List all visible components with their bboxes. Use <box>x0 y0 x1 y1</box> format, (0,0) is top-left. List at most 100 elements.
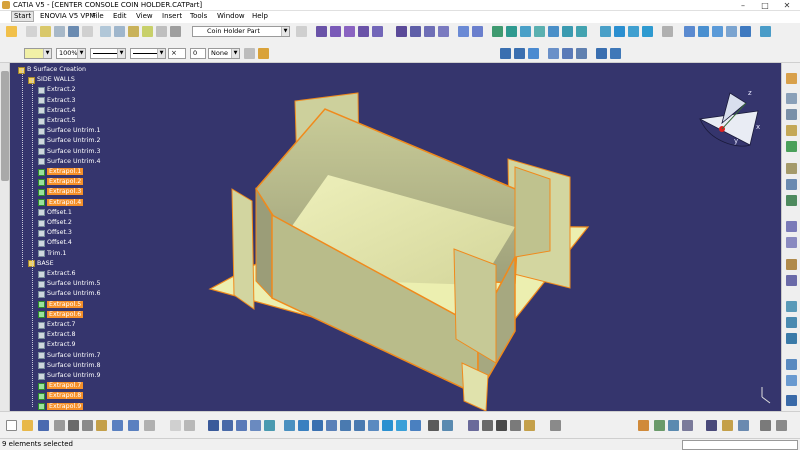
quick-select-icon[interactable] <box>250 420 261 431</box>
reference-icon[interactable] <box>786 109 797 120</box>
ruler-icon[interactable] <box>706 420 717 431</box>
menu-window[interactable]: Window <box>217 12 245 20</box>
tree-collapse-icon[interactable] <box>222 420 233 431</box>
tree-item[interactable]: Offset.2 <box>38 218 72 228</box>
chevron-down-icon[interactable]: ▼ <box>117 49 125 58</box>
layer-filter-select[interactable]: None ▼ <box>208 48 240 59</box>
model-scene[interactable]: z x y <box>10 63 781 411</box>
join-icon[interactable] <box>458 26 469 37</box>
polyline-icon[interactable] <box>514 48 525 59</box>
formula-icon[interactable] <box>786 221 797 232</box>
tree-item[interactable]: Surface Untrim.9 <box>38 371 101 381</box>
tree-item[interactable]: Extrapol.9 <box>38 402 84 411</box>
chevron-down-icon[interactable]: ▼ <box>281 27 289 36</box>
translate-icon[interactable] <box>562 26 573 37</box>
measure-inertia-icon[interactable] <box>682 420 693 431</box>
arc-icon[interactable] <box>528 48 539 59</box>
line-tool-icon[interactable] <box>500 48 511 59</box>
flip-icon[interactable] <box>264 420 275 431</box>
curvature-icon[interactable] <box>712 26 723 37</box>
table-icon[interactable] <box>786 237 797 248</box>
line-type-select[interactable]: ▼ <box>130 48 166 59</box>
lock-icon[interactable] <box>524 420 535 431</box>
instantiate-icon[interactable] <box>786 317 797 328</box>
tree-item[interactable]: Extrapol.5 <box>38 300 84 310</box>
circle-tool-icon[interactable] <box>596 48 607 59</box>
depth-effect-icon[interactable] <box>482 420 493 431</box>
command-input[interactable] <box>682 440 798 450</box>
tree-item[interactable]: Extrapol.6 <box>38 310 84 320</box>
properties-icon[interactable] <box>786 163 797 174</box>
tree-item[interactable]: Extract.8 <box>38 330 76 340</box>
redo-icon[interactable] <box>128 420 139 431</box>
menu-start[interactable]: Start <box>11 11 35 22</box>
trim-icon[interactable] <box>506 26 517 37</box>
line-thickness-select[interactable]: ▼ <box>90 48 126 59</box>
select-icon[interactable] <box>6 26 17 37</box>
grid-icon[interactable] <box>610 48 621 59</box>
apply-material-icon[interactable] <box>638 420 649 431</box>
menu-edit[interactable]: Edit <box>113 12 127 20</box>
annotation-icon[interactable] <box>722 420 733 431</box>
tree-item[interactable]: Extrapol.2 <box>38 177 84 187</box>
tree-item[interactable]: Extrapol.7 <box>38 381 84 391</box>
lighting-icon[interactable] <box>468 420 479 431</box>
measure-item-icon[interactable] <box>668 420 679 431</box>
extrude-icon[interactable] <box>316 26 327 37</box>
workbench-icon[interactable] <box>786 73 797 84</box>
cylinder-icon[interactable] <box>358 26 369 37</box>
tree-item[interactable]: Surface Untrim.6 <box>38 289 101 299</box>
fx-formula-icon[interactable] <box>170 420 181 431</box>
parallel-curve-icon[interactable] <box>576 48 587 59</box>
publish-icon[interactable] <box>738 420 749 431</box>
tree-scroll-thumb[interactable] <box>1 71 9 181</box>
knowledge-icon[interactable] <box>786 195 797 206</box>
axis-icon[interactable] <box>82 26 93 37</box>
sweep-icon[interactable] <box>396 26 407 37</box>
undo-icon[interactable] <box>112 420 123 431</box>
copy-icon[interactable] <box>82 420 93 431</box>
sketcher-icon[interactable] <box>786 93 797 104</box>
point-symbol-select[interactable]: × <box>168 48 186 59</box>
porcupine-icon[interactable] <box>740 26 751 37</box>
extract-icon[interactable] <box>534 26 545 37</box>
check-icon[interactable] <box>786 275 797 286</box>
sketch-icon[interactable] <box>26 26 37 37</box>
helix-icon[interactable] <box>156 26 167 37</box>
scaling-icon[interactable] <box>614 26 625 37</box>
blend-icon[interactable] <box>438 26 449 37</box>
layer-select[interactable]: 0 <box>190 48 206 59</box>
fill-color-select[interactable]: ▼ <box>24 48 52 59</box>
tree-item[interactable]: Offset.4 <box>38 238 72 248</box>
boolean-icon[interactable] <box>296 26 307 37</box>
chevron-down-icon[interactable]: ▼ <box>43 49 51 58</box>
render-style-icon[interactable] <box>410 420 421 431</box>
cut-icon[interactable] <box>68 420 79 431</box>
right-inner-wall[interactable] <box>514 166 551 258</box>
measure-between-icon[interactable] <box>654 420 665 431</box>
chevron-down-icon[interactable]: ▼ <box>77 49 85 58</box>
tree-item[interactable]: SIDE WALLS <box>28 75 75 85</box>
tree-item[interactable]: Extract.6 <box>38 269 76 279</box>
fillet-icon[interactable] <box>548 26 559 37</box>
connect-icon[interactable] <box>726 26 737 37</box>
line-icon[interactable] <box>54 26 65 37</box>
menu-tools[interactable]: Tools <box>190 12 207 20</box>
sensor-icon[interactable] <box>760 420 771 431</box>
tree-item[interactable]: Extract.7 <box>38 320 76 330</box>
tree-item[interactable]: Extract.9 <box>38 340 76 350</box>
catalog-icon[interactable] <box>786 179 797 190</box>
save-icon[interactable] <box>38 420 49 431</box>
menu-insert[interactable]: Insert <box>162 12 182 20</box>
minimize-button[interactable]: – <box>732 0 754 11</box>
symmetry-icon[interactable] <box>600 26 611 37</box>
revolve-icon[interactable] <box>330 26 341 37</box>
boundary-icon[interactable] <box>520 26 531 37</box>
tree-item[interactable]: Extrapol.4 <box>38 198 84 208</box>
swap-space-icon[interactable] <box>442 420 453 431</box>
chevron-down-icon[interactable]: ▼ <box>231 49 239 58</box>
curve-analysis-icon[interactable] <box>786 375 797 386</box>
intersection-icon[interactable] <box>114 26 125 37</box>
iso-view-icon[interactable] <box>396 420 407 431</box>
painter-icon[interactable] <box>258 48 269 59</box>
